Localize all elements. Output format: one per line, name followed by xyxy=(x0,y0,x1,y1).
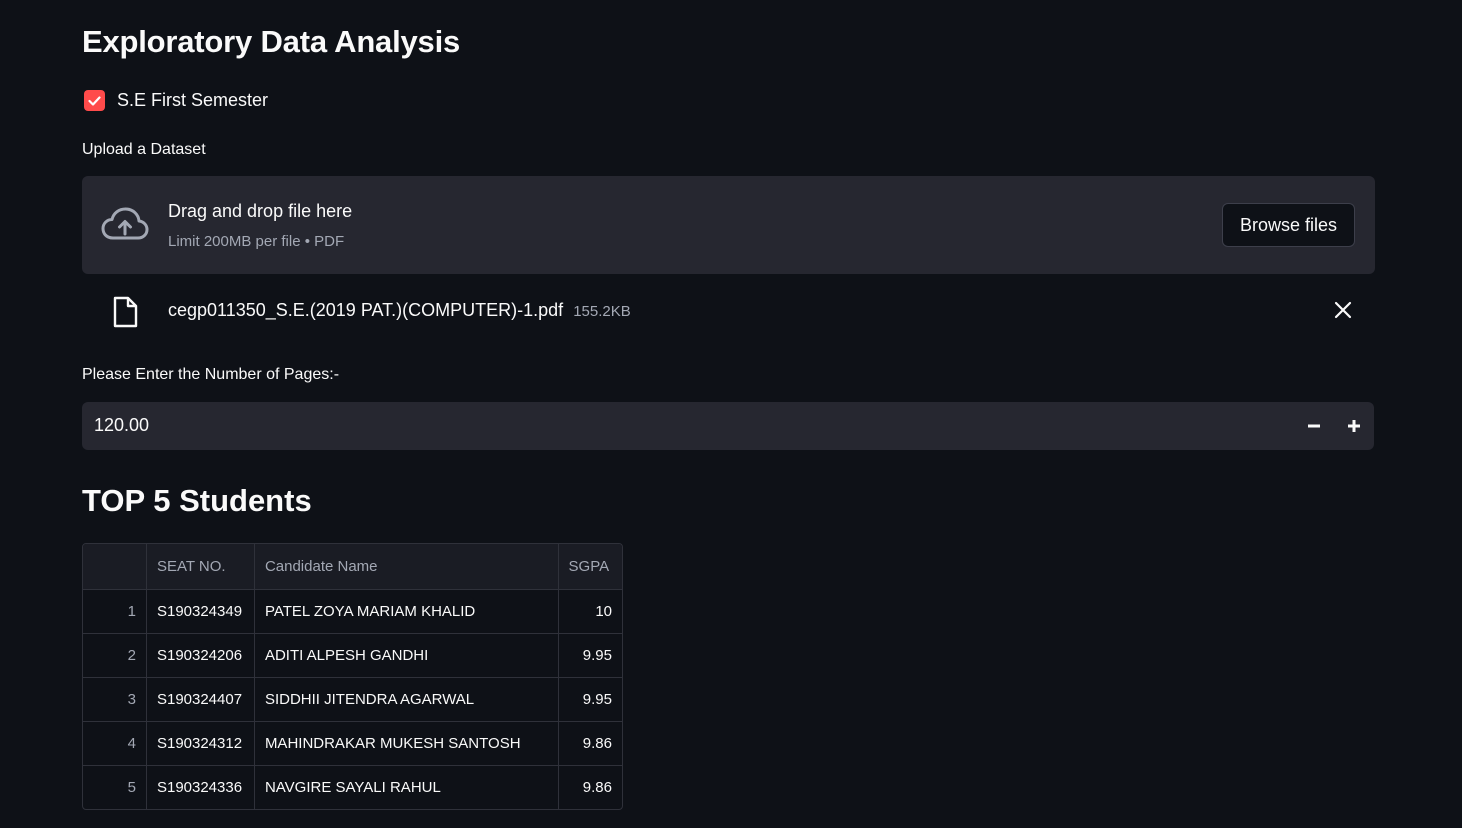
file-icon xyxy=(112,296,138,333)
column-header-candidate-name[interactable]: Candidate Name xyxy=(254,544,559,590)
table-header-row: SEAT NO. Candidate Name SGPA xyxy=(83,544,622,590)
semester-checkbox[interactable]: S.E First Semester xyxy=(84,90,268,111)
browse-files-button[interactable]: Browse files xyxy=(1222,203,1355,247)
seat-no-cell: S190324407 xyxy=(146,677,255,722)
column-header-seat-no[interactable]: SEAT NO. xyxy=(146,544,255,590)
sgpa-cell: 9.95 xyxy=(558,677,622,722)
seat-no-cell: S190324312 xyxy=(146,721,255,766)
checkbox-label: S.E First Semester xyxy=(117,90,269,110)
candidate-name-cell: NAVGIRE SAYALI RAHUL xyxy=(254,765,559,809)
row-index: 3 xyxy=(83,677,147,722)
sgpa-cell: 9.86 xyxy=(558,721,622,766)
candidate-name-cell: MAHINDRAKAR MUKESH SANTOSH xyxy=(254,721,559,766)
candidate-name-cell: ADITI ALPESH GANDHI xyxy=(254,633,559,678)
seat-no-cell: S190324349 xyxy=(146,589,255,634)
cloud-upload-icon xyxy=(101,207,149,248)
table-row: 1 S190324349 PATEL ZOYA MARIAM KHALID 10 xyxy=(83,589,622,634)
column-header-index[interactable] xyxy=(83,544,147,590)
dropzone-limit-hint: Limit 200MB per file • PDF xyxy=(168,233,345,250)
dropzone-title: Drag and drop file here xyxy=(168,201,353,221)
seat-no-cell: S190324336 xyxy=(146,765,255,809)
sgpa-cell: 10 xyxy=(558,589,622,634)
file-dropzone[interactable]: Drag and drop file here Limit 200MB per … xyxy=(82,176,1375,274)
row-index: 5 xyxy=(83,765,147,809)
table-row: 3 S190324407 SIDDHII JITENDRA AGARWAL 9.… xyxy=(83,677,622,722)
section-title: TOP 5 Students xyxy=(82,483,312,518)
checkbox-checked-icon[interactable] xyxy=(84,90,105,111)
candidate-name-cell: PATEL ZOYA MARIAM KHALID xyxy=(254,589,559,634)
table-row: 2 S190324206 ADITI ALPESH GANDHI 9.95 xyxy=(83,633,622,678)
sgpa-cell: 9.86 xyxy=(582,778,612,796)
row-index: 1 xyxy=(83,589,147,634)
uploaded-file-row: cegp011350_S.E.(2019 PAT.)(COMPUTER)-1.p… xyxy=(82,290,1375,334)
seat-no-cell: S190324206 xyxy=(146,633,255,678)
page-title: Exploratory Data Analysis xyxy=(82,24,461,59)
close-icon[interactable] xyxy=(1334,301,1352,324)
row-index: 4 xyxy=(83,721,147,766)
top-students-table: SEAT NO. Candidate Name SGPA 1 S19032434… xyxy=(82,543,623,810)
increment-button[interactable] xyxy=(1334,406,1374,446)
sgpa-cell: 9.95 xyxy=(558,633,622,678)
decrement-button[interactable] xyxy=(1294,406,1334,446)
upload-label: Upload a Dataset xyxy=(82,141,206,158)
pages-input-value[interactable]: 120.00 xyxy=(94,415,149,436)
row-index: 2 xyxy=(83,633,147,678)
file-name: cegp011350_S.E.(2019 PAT.)(COMPUTER)-1.p… xyxy=(168,300,631,321)
table-row: 5 S190324336 NAVGIRE SAYALI RAHUL 9.86 xyxy=(83,765,622,809)
column-header-sgpa[interactable]: SGPA xyxy=(558,544,622,590)
file-size: 155.2KB xyxy=(573,303,631,320)
pages-input-label: Please Enter the Number of Pages:- xyxy=(82,366,340,383)
candidate-name-cell: SIDDHII JITENDRA AGARWAL xyxy=(254,677,559,722)
table-row: 4 S190324312 MAHINDRAKAR MUKESH SANTOSH … xyxy=(83,721,622,766)
file-name-text: cegp011350_S.E.(2019 PAT.)(COMPUTER)-1.p… xyxy=(168,300,564,320)
pages-number-input[interactable]: 120.00 xyxy=(82,402,1374,450)
